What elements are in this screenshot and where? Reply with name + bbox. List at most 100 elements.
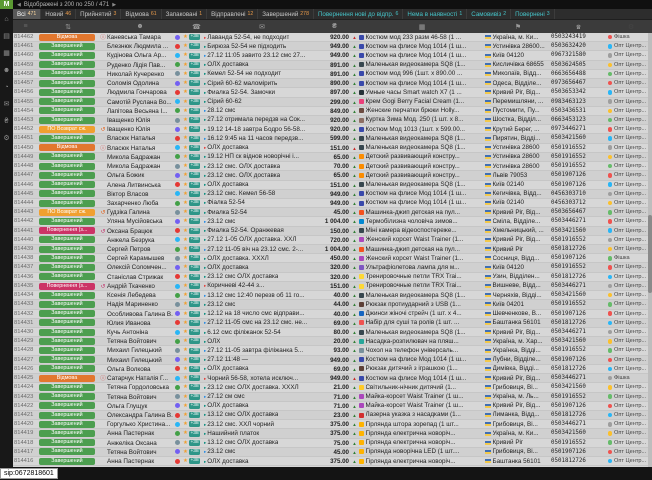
status-badge[interactable]: Завершений [39,384,95,391]
order-row[interactable]: 814460 Завершений Кудінова Ольга Ар... ★… [13,51,652,60]
customer-name[interactable]: Микола Бадражан [107,153,173,161]
customer-name[interactable]: Надія Мариненко [107,300,173,308]
status-badge[interactable]: Завершений [39,264,95,271]
customer-phone[interactable]: 0503421560 [551,134,606,142]
status-badge[interactable]: Завершений [39,163,95,170]
order-row[interactable]: 814423 Завершений Тетяна Войтович ★ +38 … [13,393,652,402]
customer-name[interactable]: Олексій Соломчен... [107,263,173,271]
order-row[interactable]: 814422 Завершений Ольга Глущук ★ +38 ▸ОЛ… [13,402,652,411]
order-row[interactable]: 814437 Завершений Олексій Соломчен... ★ … [13,263,652,272]
customer-phone[interactable]: 0501916552 [551,393,606,401]
customer-phone[interactable]: 0456303712 [551,199,606,207]
messenger-icon[interactable] [175,320,180,325]
settings-icon[interactable]: ⚙ [614,23,648,31]
order-row[interactable]: 814425 Відмова ⓘ Сатарчук Наталія Г... ★… [13,374,652,383]
status-badge[interactable]: Завершений [39,70,95,77]
order-row[interactable]: 814428 Завершений Михаил Гилецький ★ +38… [13,346,652,355]
order-row[interactable]: 814462 Відмова ⓘ Каневська Тамара ★ +38 … [13,33,652,42]
messenger-icon[interactable] [175,99,180,104]
filter-tab-Відмова[interactable]: Відмова 61 [121,9,161,19]
customer-name[interactable]: Михаил Гилецький [107,346,173,354]
messenger-icon[interactable] [175,265,180,270]
filter-tab-Всі[interactable]: Всі 471 [13,9,41,19]
customer-phone[interactable]: 0503446271 [551,328,606,336]
status-badge[interactable]: Завершений [39,80,95,87]
customer-phone[interactable]: 0503421560 [551,429,606,437]
order-row[interactable]: 814443 ПО Возврат сж. ↺ Гудзіка Галина ★… [13,208,652,217]
messenger-icon[interactable] [175,311,180,316]
status-badge[interactable]: Завершений [39,190,95,197]
orders-icon[interactable]: ▤ [3,33,10,40]
status-badge[interactable]: Відмова [39,375,95,382]
customer-phone[interactable]: 0501812726 [551,319,606,327]
order-row[interactable]: 814432 Завершений Особливова Галина В...… [13,310,652,319]
messenger-icon[interactable] [175,127,180,132]
status-badge[interactable]: Завершений [39,393,95,400]
customer-name[interactable]: Сергей Карамышев [107,254,173,262]
customer-name[interactable]: Микола Бадражан [107,162,173,170]
order-row[interactable]: 814445 Завершений Віктор Власов ★ +38 ▸2… [13,190,652,199]
customer-phone[interactable]: 0983463123 [551,98,606,106]
status-badge[interactable]: Завершений [39,255,95,262]
messenger-icon[interactable] [175,330,180,335]
customer-phone[interactable]: 0503421560 [551,337,606,345]
order-row[interactable]: 814418 Завершений Анжеліка Оксана ★ +38 … [13,439,652,448]
customer-name[interactable]: Николай Кучеренко [107,70,173,78]
order-row[interactable]: 814420 Завершений Горгулько Христина... … [13,420,652,429]
app-logo[interactable]: M [0,0,13,9]
status-badge[interactable]: Завершений [39,430,95,437]
customer-name[interactable]: Анна Пастернак [107,457,173,465]
customer-phone[interactable]: 0503656467 [551,208,606,216]
status-badge[interactable]: ПО Возврат сж. [39,209,95,216]
customer-phone[interactable]: 0501907126 [551,181,606,189]
customer-name[interactable]: Власюк Наталья [107,144,173,152]
messenger-icon[interactable] [175,173,180,178]
order-row[interactable]: 814455 Завершений Самотій Руслана Во... … [13,98,652,107]
messenger-icon[interactable] [175,293,180,298]
contacts-icon[interactable]: ☻ [107,23,173,30]
menu-icon[interactable]: ≡ [13,23,37,30]
finance-icon[interactable]: ₴ [5,118,9,125]
order-row[interactable]: 814446 Завершений Алена Литвинська ★ +38… [13,181,652,190]
customer-phone[interactable]: 0973446271 [551,125,606,133]
messenger-icon[interactable] [175,219,180,224]
order-row[interactable]: 814435 Повернення (з... ↺ Андрій Ткаченк… [13,282,652,291]
customer-name[interactable]: Анна Пастернак [107,429,173,437]
status-sort-icon[interactable]: ⇅ [37,23,99,31]
vertical-scrollbar[interactable] [648,33,652,467]
order-row[interactable]: 814454 Завершений Лапітова Весьяна І... … [13,107,652,116]
status-badge[interactable]: ПО Возврат сж. [39,126,95,133]
messenger-icon[interactable] [175,136,180,141]
customer-name[interactable]: Михаил Гилецький [107,356,173,364]
filter-tab-Нема в наявності[interactable]: Нема в наявності 1 [403,9,467,19]
customer-name[interactable]: Іващенко Юлія [107,125,173,133]
customer-phone[interactable]: 0503632420 [551,42,606,50]
order-row[interactable]: 814448 Завершений Микола Бадражан ★ +38 … [13,162,652,171]
status-badge[interactable]: Завершений [39,292,95,299]
messenger-icon[interactable] [175,440,180,445]
customer-phone[interactable]: 0503421560 [551,291,606,299]
order-row[interactable]: 814457 Завершений Соломія Одолина ★ +38 … [13,79,652,88]
order-row[interactable]: 814427 Завершений Михаил Гилецький ★ +38… [13,356,652,365]
order-row[interactable]: 814442 Завершений Уляна Мусійовська ★ +3… [13,217,652,226]
customer-name[interactable]: Ольга Глущук [107,402,173,410]
messenger-icon[interactable] [175,403,180,408]
customer-name[interactable]: Анжеліка Оксана [107,439,173,447]
filter-tab-Повернення нові до відпр.[interactable]: Повернення нові до відпр. 6 [314,9,403,19]
status-badge[interactable]: Завершений [39,246,95,253]
customer-name[interactable]: Анжела Безрука [107,236,173,244]
filter-tab-Запаковані[interactable]: Запаковані 1 [162,9,208,19]
products-icon[interactable]: ▦ [359,23,485,31]
customer-name[interactable]: Юлия Иванова [107,319,173,327]
messenger-icon[interactable] [175,182,180,187]
messenger-icon[interactable] [175,44,180,49]
status-badge[interactable]: Завершений [39,439,95,446]
order-row[interactable]: 814424 Завершений Тетяна Гордоловська ★ … [13,383,652,392]
status-badge[interactable]: Завершений [39,310,95,317]
status-badge[interactable]: Завершений [39,402,95,409]
filter-tab-Відправлені[interactable]: Відправлені 12 [207,9,258,19]
order-row[interactable]: 814447 Завершений Ольга Божик ★ +38 ▸23.… [13,171,652,180]
messenger-icon[interactable] [175,422,180,427]
status-badge[interactable]: Відмова [39,34,95,41]
delivery-icon[interactable]: ⚑ [485,23,551,31]
